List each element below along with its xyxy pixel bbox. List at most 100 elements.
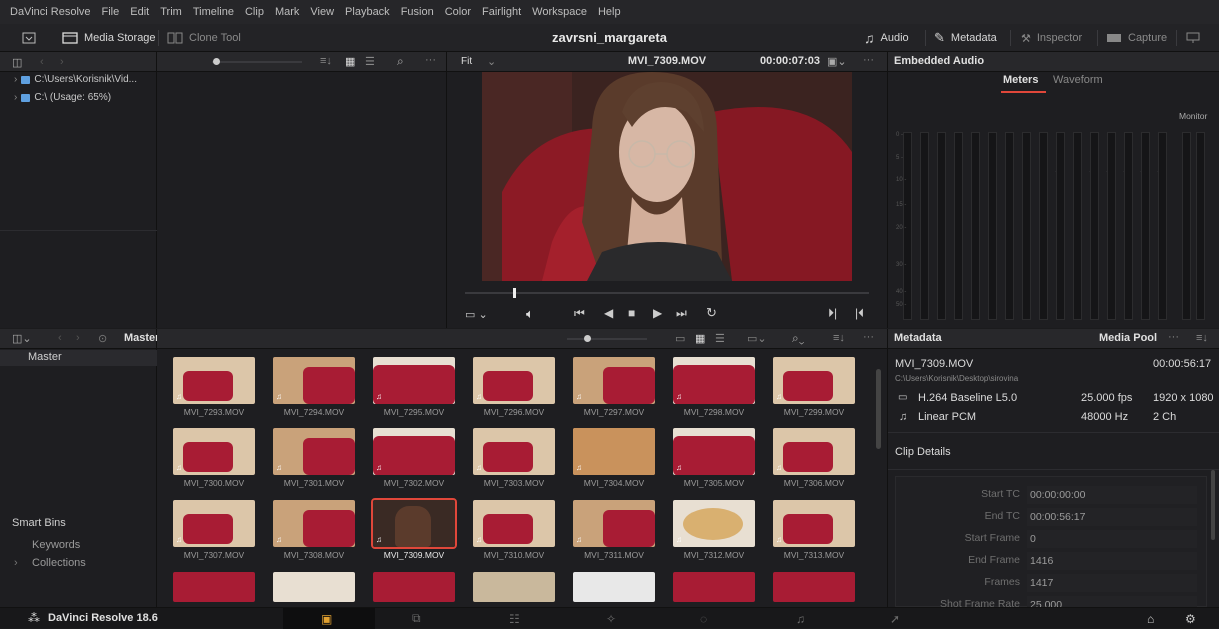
clip-thumbnail[interactable] xyxy=(473,572,555,602)
detail-value-field[interactable]: 00:00:00:00 xyxy=(1027,486,1197,504)
fullscreen-button[interactable] xyxy=(1186,24,1200,52)
slider-handle[interactable] xyxy=(213,58,220,65)
fusion-page-icon[interactable]: ✧ xyxy=(606,610,616,627)
clip-thumbnail[interactable] xyxy=(573,572,655,602)
deliver-page-icon[interactable]: ➚ xyxy=(890,610,900,627)
menu-trim[interactable]: Trim xyxy=(160,6,182,18)
page-media-active[interactable]: ▣ xyxy=(283,608,375,629)
playhead[interactable] xyxy=(513,288,516,298)
clip-thumbnail[interactable]: ♫ xyxy=(373,428,455,475)
view-options-icon[interactable]: ▭ ⌄ xyxy=(465,308,488,321)
more-options-icon[interactable]: ··· xyxy=(863,331,874,343)
clip-thumbnail[interactable]: ♫ xyxy=(173,357,255,404)
metadata-scrollbar[interactable] xyxy=(1211,470,1215,540)
grid-view-icon[interactable]: ▦ xyxy=(345,55,355,68)
menu-workspace[interactable]: Workspace xyxy=(532,6,587,18)
slider-handle[interactable] xyxy=(584,335,591,342)
capture-button[interactable]: Capture xyxy=(1106,24,1167,52)
menu-app[interactable]: DaVinci Resolve xyxy=(10,6,91,18)
clip-thumbnail[interactable]: ♫ xyxy=(473,500,555,547)
play-icon[interactable]: ▶ xyxy=(653,306,662,320)
volume-icon[interactable]: 🔈︎ xyxy=(526,306,534,322)
clip-thumbnail[interactable] xyxy=(273,572,355,602)
clip-thumbnail[interactable]: ♫ xyxy=(473,357,555,404)
gear-icon[interactable]: ⚙ xyxy=(1185,610,1196,627)
smart-bin-collections[interactable]: Collections xyxy=(32,557,86,569)
home-icon[interactable]: ⌂ xyxy=(1147,610,1154,627)
clip-thumbnail[interactable]: ♫ xyxy=(273,357,355,404)
search-icon[interactable]: ⌕ xyxy=(397,54,404,69)
viewer-options-icon[interactable]: ▣⌄ xyxy=(827,55,847,68)
metadata-button[interactable]: ✎ Metadata xyxy=(934,24,997,52)
clip-thumbnail[interactable]: ♫ xyxy=(371,498,457,549)
more-options-icon[interactable]: ··· xyxy=(425,54,436,66)
menu-fairlight[interactable]: Fairlight xyxy=(482,6,521,18)
clip-thumbnail[interactable]: ♫ xyxy=(473,428,555,475)
tab-waveform[interactable]: Waveform xyxy=(1053,74,1103,86)
grid-view-icon[interactable]: ▦ xyxy=(695,332,705,345)
clip-thumbnail[interactable]: ♫ xyxy=(273,500,355,547)
menu-playback[interactable]: Playback xyxy=(345,6,390,18)
clip-thumbnail[interactable]: ♫ xyxy=(673,357,755,404)
color-page-icon[interactable]: ◌ xyxy=(700,610,707,627)
detail-value-field[interactable]: 0 xyxy=(1027,530,1197,548)
clip-thumbnail[interactable]: ♫ xyxy=(673,428,755,475)
clip-thumbnail[interactable]: ♫ xyxy=(773,428,855,475)
playhead-scrubber[interactable] xyxy=(465,292,869,294)
menu-fusion[interactable]: Fusion xyxy=(401,6,434,18)
back-arrow-icon[interactable]: ‹ xyxy=(58,332,62,344)
media-pool-scrollbar[interactable] xyxy=(876,369,881,449)
storage-item[interactable]: › C:\ (Usage: 65%) xyxy=(14,92,111,103)
metadata-view-icon[interactable]: ▭ xyxy=(675,332,685,345)
list-view-icon[interactable]: ☰ xyxy=(365,55,375,68)
detail-value-field[interactable]: 00:00:56:17 xyxy=(1027,508,1197,526)
menu-timeline[interactable]: Timeline xyxy=(193,6,234,18)
menu-clip[interactable]: Clip xyxy=(245,6,264,18)
stop-icon[interactable]: ■ xyxy=(628,306,635,320)
forward-arrow-icon[interactable]: › xyxy=(76,332,80,344)
detail-value-field[interactable]: 1417 xyxy=(1027,574,1197,592)
menu-color[interactable]: Color xyxy=(445,6,471,18)
tab-meters[interactable]: Meters xyxy=(1003,74,1038,86)
clip-thumbnail[interactable]: ♫ xyxy=(773,357,855,404)
mark-out-icon[interactable]: |⏴︎ xyxy=(855,306,864,321)
clip-thumbnail[interactable] xyxy=(773,572,855,602)
sidebar-toggle-icon[interactable]: ◫⌄ xyxy=(12,332,32,345)
mark-in-icon[interactable]: ⏵︎| xyxy=(828,306,837,321)
clip-thumbnail[interactable]: ♫ xyxy=(773,500,855,547)
sort-icon[interactable]: ≡↓ xyxy=(1196,332,1208,344)
menu-edit[interactable]: Edit xyxy=(130,6,149,18)
sort-icon[interactable]: ≡↓ xyxy=(833,332,845,344)
clip-thumbnail[interactable]: ♫ xyxy=(173,500,255,547)
storage-item[interactable]: › C:\Users\Korisnik\Vid... xyxy=(14,74,137,85)
list-view-icon[interactable]: ☰ xyxy=(715,332,725,345)
fairlight-page-icon[interactable]: ♫ xyxy=(796,610,805,627)
smart-bin-keywords[interactable]: Keywords xyxy=(32,539,80,551)
menu-mark[interactable]: Mark xyxy=(275,6,299,18)
loop-icon[interactable]: ↻ xyxy=(706,305,717,321)
more-options-icon[interactable]: ··· xyxy=(863,54,874,66)
bin-options-icon[interactable]: ⊙ xyxy=(98,332,107,345)
back-arrow-icon[interactable]: ‹ xyxy=(40,56,44,68)
media-pool-tab[interactable]: Media Pool xyxy=(1099,332,1157,344)
clip-thumbnail[interactable]: ♫ xyxy=(173,428,255,475)
bin-item-master[interactable]: Master xyxy=(0,350,157,366)
menu-file[interactable]: File xyxy=(102,6,120,18)
clip-thumbnail[interactable]: ♫ xyxy=(573,357,655,404)
thumbnail-size-slider[interactable] xyxy=(212,61,302,63)
jump-end-icon[interactable]: ⏭︎ xyxy=(676,306,687,321)
clip-thumbnail[interactable]: ♫ xyxy=(573,428,655,475)
clip-thumbnail[interactable] xyxy=(673,572,755,602)
clip-thumbnail[interactable]: ♫ xyxy=(373,357,455,404)
filmstrip-view-icon[interactable]: ▭⌄ xyxy=(747,332,767,345)
search-icon[interactable]: ⌕⌄ xyxy=(792,331,804,346)
forward-arrow-icon[interactable]: › xyxy=(60,56,64,68)
more-options-icon[interactable]: ··· xyxy=(1168,331,1179,343)
edit-page-icon[interactable]: ☷ xyxy=(509,610,520,627)
clip-thumbnail[interactable]: ♫ xyxy=(673,500,755,547)
clip-thumbnail[interactable]: ♫ xyxy=(573,500,655,547)
cut-page-icon[interactable]: ⧉ xyxy=(412,610,421,627)
sort-icon[interactable]: ≡↓ xyxy=(320,55,332,67)
clip-thumbnail[interactable]: ♫ xyxy=(273,428,355,475)
jump-start-icon[interactable]: ⏮︎ xyxy=(574,306,585,321)
